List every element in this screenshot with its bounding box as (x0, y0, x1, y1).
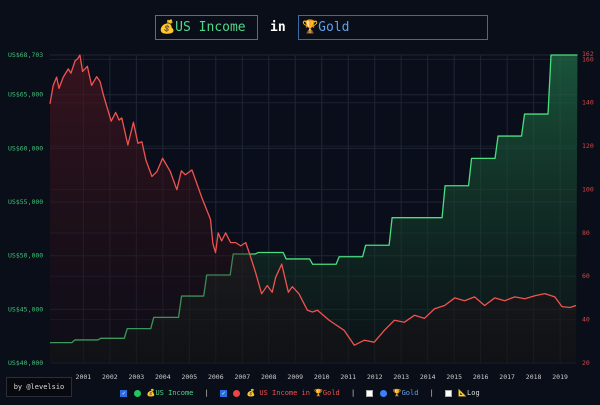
green-circle-icon (133, 389, 141, 397)
gold-checkbox[interactable] (366, 389, 374, 397)
x-tick-label: 2013 (393, 373, 409, 381)
x-tick-label: 2006 (208, 373, 224, 381)
income-checkbox[interactable]: ✓ (120, 389, 128, 397)
x-tick-label: 2011 (340, 373, 356, 381)
legend: ✓ 💰US Income | ✓ 💰 US Income in 🏆Gold | … (0, 389, 600, 397)
right-tick-label: 60 (582, 272, 590, 280)
red-circle-icon (233, 389, 241, 397)
x-tick-label: 2015 (446, 373, 462, 381)
right-tick-label: 100 (582, 185, 594, 193)
right-tick-label: 120 (582, 142, 594, 150)
right-tick-label: 162 (582, 50, 594, 58)
x-tick-label: 2009 (287, 373, 303, 381)
gold-selector-input[interactable]: 🏆Gold (298, 15, 488, 40)
legend-separator: | (204, 389, 209, 397)
x-tick-label: 2007 (234, 373, 250, 381)
left-tick-label: US$40,000 (8, 359, 43, 367)
x-tick-label: 2016 (473, 373, 489, 381)
income-in-gold-checkbox[interactable]: ✓ (220, 389, 228, 397)
legend-gold-label: 🏆Gold (392, 389, 419, 397)
x-tick-label: 2012 (367, 373, 383, 381)
x-tick-label: 2008 (261, 373, 277, 381)
left-tick-label: US$45,000 (8, 305, 43, 313)
left-tick-label: US$50,000 (8, 252, 43, 260)
legend-income-label: 💰US Income (146, 389, 194, 397)
legend-income-in-gold-label: 💰 US Income in 🏆Gold (246, 389, 340, 397)
x-tick-label: 2003 (129, 373, 145, 381)
x-tick-label: 2002 (102, 373, 118, 381)
right-tick-label: 80 (582, 229, 590, 237)
x-tick-label: 2001 (76, 373, 92, 381)
left-tick-label: US$60,000 (8, 144, 43, 152)
log-checkbox[interactable] (445, 389, 453, 397)
legend-separator: | (351, 389, 356, 397)
right-tick-label: 40 (582, 316, 590, 324)
income-selector-label: 💰US Income (159, 20, 246, 35)
x-tick-label: 2019 (552, 373, 568, 381)
x-tick-label: 2010 (314, 373, 330, 381)
x-tick-label: 2014 (420, 373, 436, 381)
x-tick-label: 2018 (526, 373, 542, 381)
right-tick-label: 140 (582, 99, 594, 107)
blue-circle-icon (379, 389, 387, 397)
x-tick-label: 2005 (181, 373, 197, 381)
right-tick-label: 20 (582, 359, 590, 367)
legend-log-label: 📐Log (458, 389, 480, 397)
x-tick-label: 2004 (155, 373, 171, 381)
left-tick-label: US$55,000 (8, 198, 43, 206)
x-tick-label: 2017 (499, 373, 515, 381)
left-tick-label: US$68,703 (8, 51, 43, 59)
gold-selector-label: 🏆Gold (302, 20, 350, 35)
in-label: in (270, 20, 286, 35)
income-selector[interactable]: 💰US Income (155, 15, 258, 40)
legend-separator: | (429, 389, 434, 397)
chart: US$40,000 US$45,000 US$50,000 US$55,000 US$6… (8, 50, 594, 381)
left-tick-label: US$65,000 (8, 91, 43, 99)
